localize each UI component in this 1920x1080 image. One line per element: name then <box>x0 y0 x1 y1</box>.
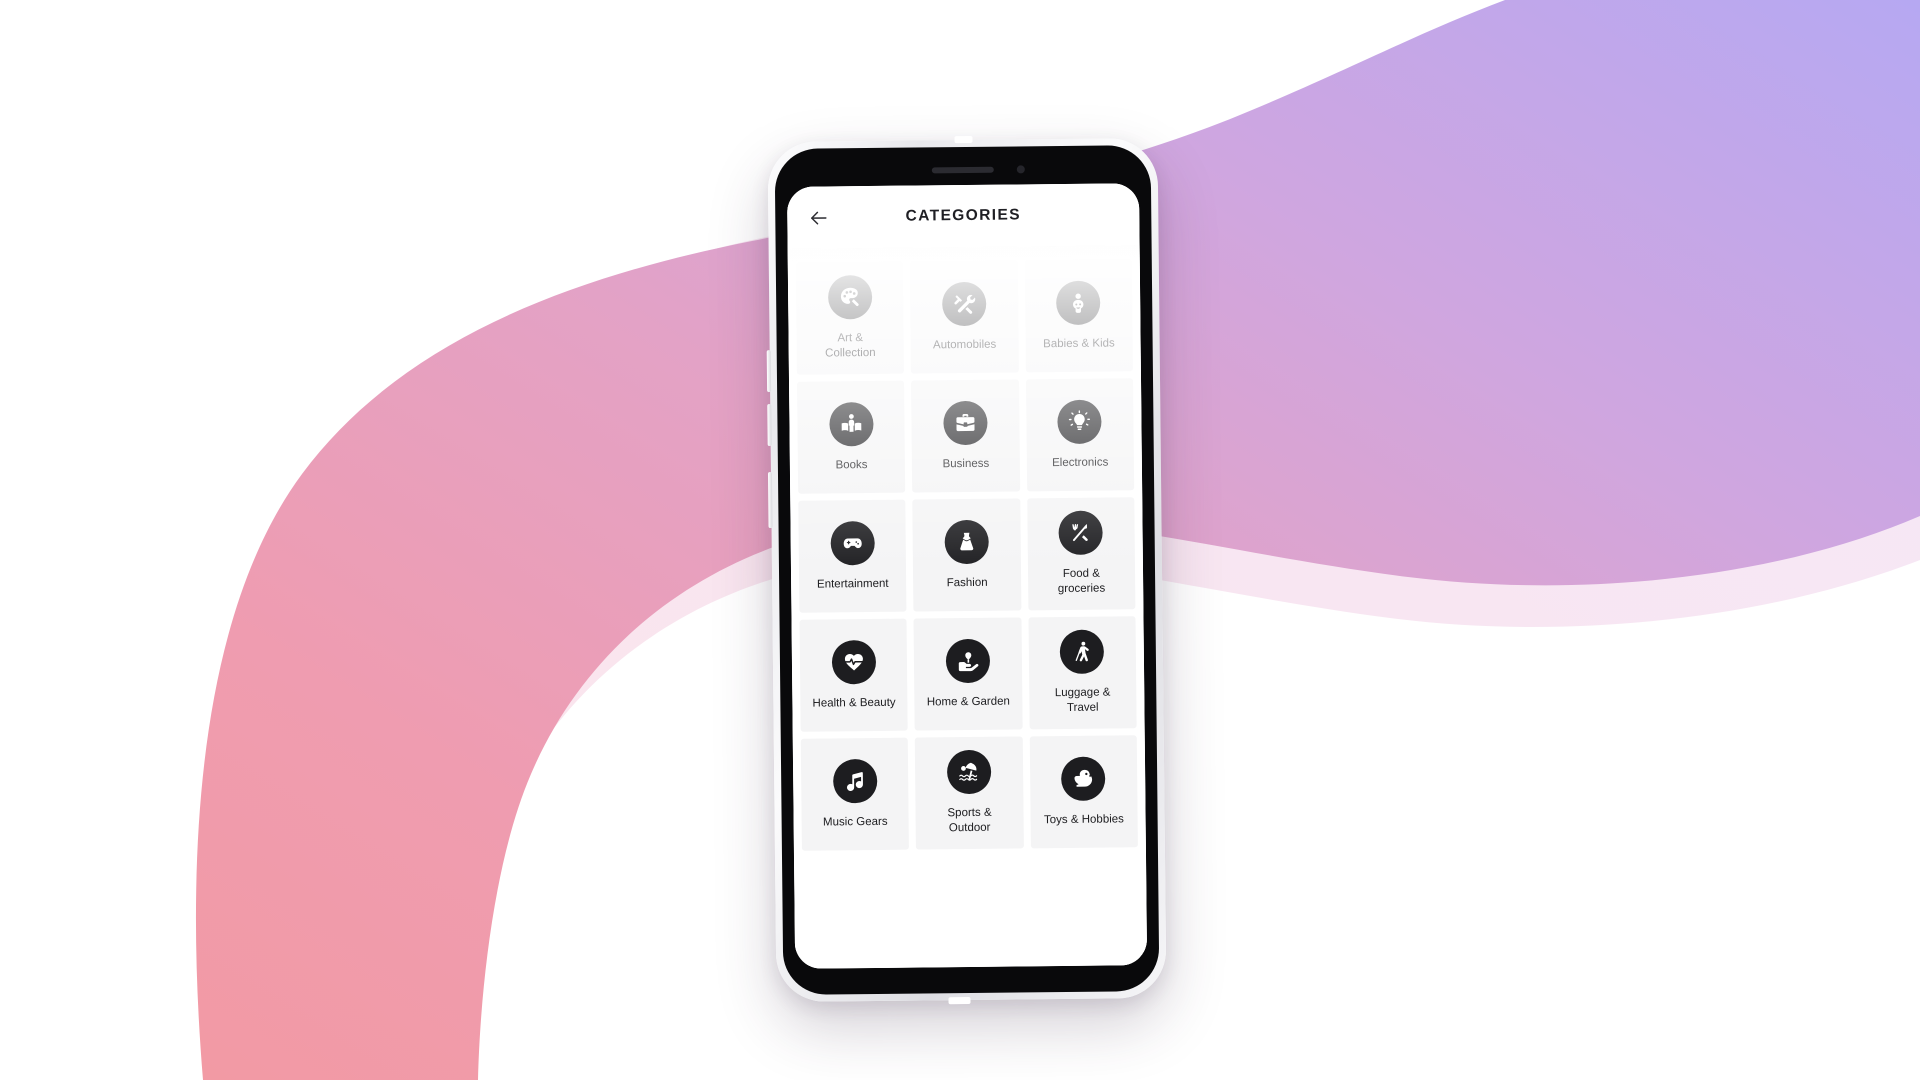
phone-bezel: CATEGORIES Art & Collection Automobiles Bab… <box>774 145 1160 995</box>
category-label: Toys & Hobbies <box>1043 813 1124 826</box>
music-note-icon <box>832 758 878 804</box>
category-label: Food & groceries <box>1058 567 1106 597</box>
category-label-line1: Luggage & <box>1054 686 1111 700</box>
walking-person-icon <box>1059 629 1105 675</box>
front-camera-icon <box>1016 165 1025 174</box>
category-label-line1: Art & <box>837 332 864 345</box>
heart-pulse-icon <box>831 639 876 685</box>
category-card[interactable]: Electronics <box>1025 378 1135 492</box>
category-card[interactable]: Automobiles <box>910 260 1019 374</box>
category-card[interactable]: Luggage & Travel <box>1028 616 1137 730</box>
category-card[interactable]: Entertainment <box>798 499 907 613</box>
phone-screen: CATEGORIES Art & Collection Automobiles Bab… <box>786 183 1148 969</box>
category-label: Health & Beauty <box>812 696 896 710</box>
category-label: Books <box>835 458 868 472</box>
arrow-left-icon <box>810 211 827 224</box>
back-button[interactable] <box>803 202 833 232</box>
volume-down-button[interactable] <box>767 404 772 447</box>
category-label: Fashion <box>946 576 988 589</box>
category-label: Electronics <box>1052 456 1109 469</box>
category-card[interactable]: Art & Collection <box>795 261 905 375</box>
category-label-line2: Travel <box>1066 701 1099 714</box>
phone-bottom-antenna-nub <box>948 996 971 1005</box>
category-label: Home & Garden <box>926 695 1010 709</box>
rubber-duck-icon <box>1061 756 1106 801</box>
category-grid: Art & Collection Automobiles Babies & Kids B… <box>788 245 1146 851</box>
category-label-line2: groceries <box>1057 582 1106 596</box>
category-label-line2: Collection <box>825 346 876 360</box>
category-card[interactable]: Toys & Hobbies <box>1029 735 1138 849</box>
beach-umbrella-icon <box>946 750 992 795</box>
lightbulb-icon <box>1057 399 1103 444</box>
baby-icon <box>1056 280 1101 325</box>
power-button[interactable] <box>767 472 773 529</box>
dress-icon <box>944 519 989 564</box>
volume-up-button[interactable] <box>766 350 772 393</box>
category-label: Sports & Outdoor <box>947 806 991 836</box>
screenshot-canvas: CATEGORIES Art & Collection Automobiles Bab… <box>0 0 1920 1080</box>
gamepad-icon <box>830 520 875 566</box>
category-grid-scroll-area[interactable]: Art & Collection Automobiles Babies & Kids B… <box>787 245 1148 969</box>
category-label-line1: Food & <box>1062 567 1100 581</box>
category-card[interactable]: Sports & Outdoor <box>915 736 1024 850</box>
hand-plant-icon <box>945 638 991 683</box>
app-bar: CATEGORIES <box>786 183 1140 249</box>
palette-icon <box>827 275 873 320</box>
page-title: CATEGORIES <box>905 206 1022 225</box>
category-card[interactable]: Fashion <box>912 498 1022 612</box>
category-label-line2: Outdoor <box>948 821 991 835</box>
category-label: Entertainment <box>816 577 889 591</box>
category-label: Music Gears <box>822 815 888 829</box>
category-label: Luggage & Travel <box>1055 686 1111 716</box>
category-card[interactable]: Music Gears <box>800 737 910 851</box>
book-reader-icon <box>828 401 874 447</box>
category-card[interactable]: Business <box>911 379 1020 493</box>
category-label-line1: Sports & <box>947 807 992 820</box>
phone-mockup: CATEGORIES Art & Collection Automobiles Bab… <box>766 135 1167 1005</box>
category-card[interactable]: Babies & Kids <box>1024 259 1133 373</box>
tools-icon <box>941 281 987 326</box>
briefcase-icon <box>943 400 988 445</box>
category-card[interactable]: Food & groceries <box>1026 497 1136 611</box>
category-card[interactable]: Health & Beauty <box>799 618 909 732</box>
category-card[interactable]: Home & Garden <box>913 617 1023 731</box>
fork-knife-icon <box>1058 510 1104 556</box>
category-label: Art & Collection <box>825 331 876 361</box>
phone-top-antenna-nub <box>954 135 973 144</box>
category-label: Business <box>942 457 990 470</box>
earpiece-speaker <box>931 166 994 174</box>
category-label: Babies & Kids <box>1043 337 1115 350</box>
category-card[interactable]: Books <box>797 380 906 494</box>
categories-app: CATEGORIES Art & Collection Automobiles Bab… <box>786 183 1148 969</box>
category-label: Automobiles <box>932 338 997 351</box>
